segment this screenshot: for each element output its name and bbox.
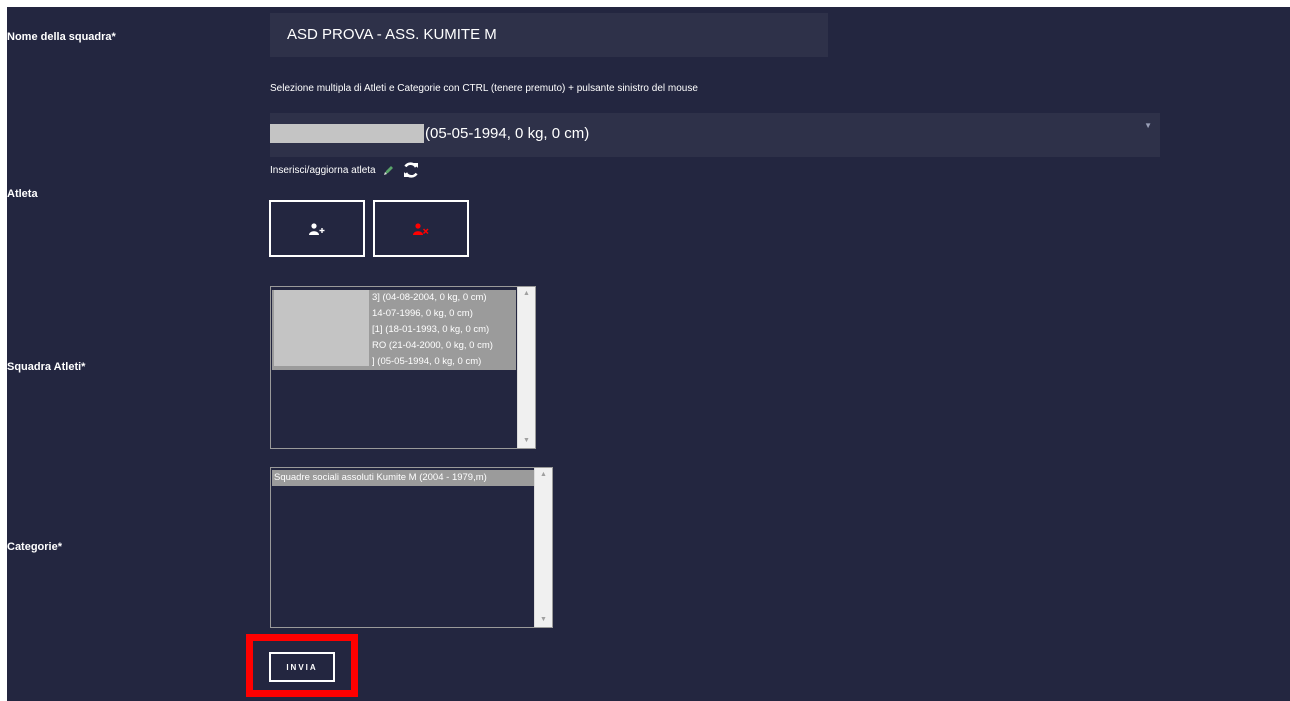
- add-user-icon: [309, 222, 325, 235]
- redacted-athlete-names: [274, 290, 369, 366]
- edit-icon[interactable]: [383, 164, 395, 176]
- list-item[interactable]: Squadre sociali assoluti Kumite M (2004 …: [272, 470, 534, 486]
- team-name-label: Nome della squadra*: [7, 31, 116, 43]
- categories-scrollbar[interactable]: ▲ ▼: [534, 468, 552, 627]
- team-athletes-label: Squadra Atleti*: [7, 361, 86, 373]
- remove-user-icon: [413, 222, 429, 235]
- scroll-up-icon[interactable]: ▲: [518, 287, 535, 301]
- chevron-down-icon: ▼: [1144, 121, 1152, 130]
- athlete-select-value: (05-05-1994, 0 kg, 0 cm): [425, 125, 590, 142]
- team-form: Nome della squadra* ASD PROVA - ASS. KUM…: [7, 7, 1290, 701]
- scroll-down-icon[interactable]: ▼: [518, 434, 535, 448]
- team-athletes-scrollbar[interactable]: ▲ ▼: [517, 287, 535, 448]
- update-athlete-row: Inserisci/aggiorna atleta: [270, 160, 421, 180]
- athlete-label: Atleta: [7, 188, 38, 200]
- multi-select-hint: Selezione multipla di Atleti e Categorie…: [270, 83, 698, 94]
- update-athlete-link[interactable]: Inserisci/aggiorna atleta: [270, 165, 376, 176]
- submit-button[interactable]: INVIA: [269, 652, 335, 682]
- add-athlete-button[interactable]: [269, 200, 365, 257]
- categories-listbox[interactable]: Squadre sociali assoluti Kumite M (2004 …: [270, 467, 553, 628]
- team-name-field[interactable]: ASD PROVA - ASS. KUMITE M: [270, 13, 828, 57]
- remove-athlete-button[interactable]: [373, 200, 469, 257]
- scroll-down-icon[interactable]: ▼: [535, 613, 552, 627]
- team-athletes-listbox[interactable]: 3] (04-08-2004, 0 kg, 0 cm) 14-07-1996, …: [270, 286, 536, 449]
- redacted-athlete-name: [270, 124, 424, 143]
- scroll-up-icon[interactable]: ▲: [535, 468, 552, 482]
- refresh-icon[interactable]: [401, 160, 421, 180]
- athlete-select[interactable]: (05-05-1994, 0 kg, 0 cm) ▼: [270, 113, 1160, 157]
- categories-label: Categorie*: [7, 541, 63, 553]
